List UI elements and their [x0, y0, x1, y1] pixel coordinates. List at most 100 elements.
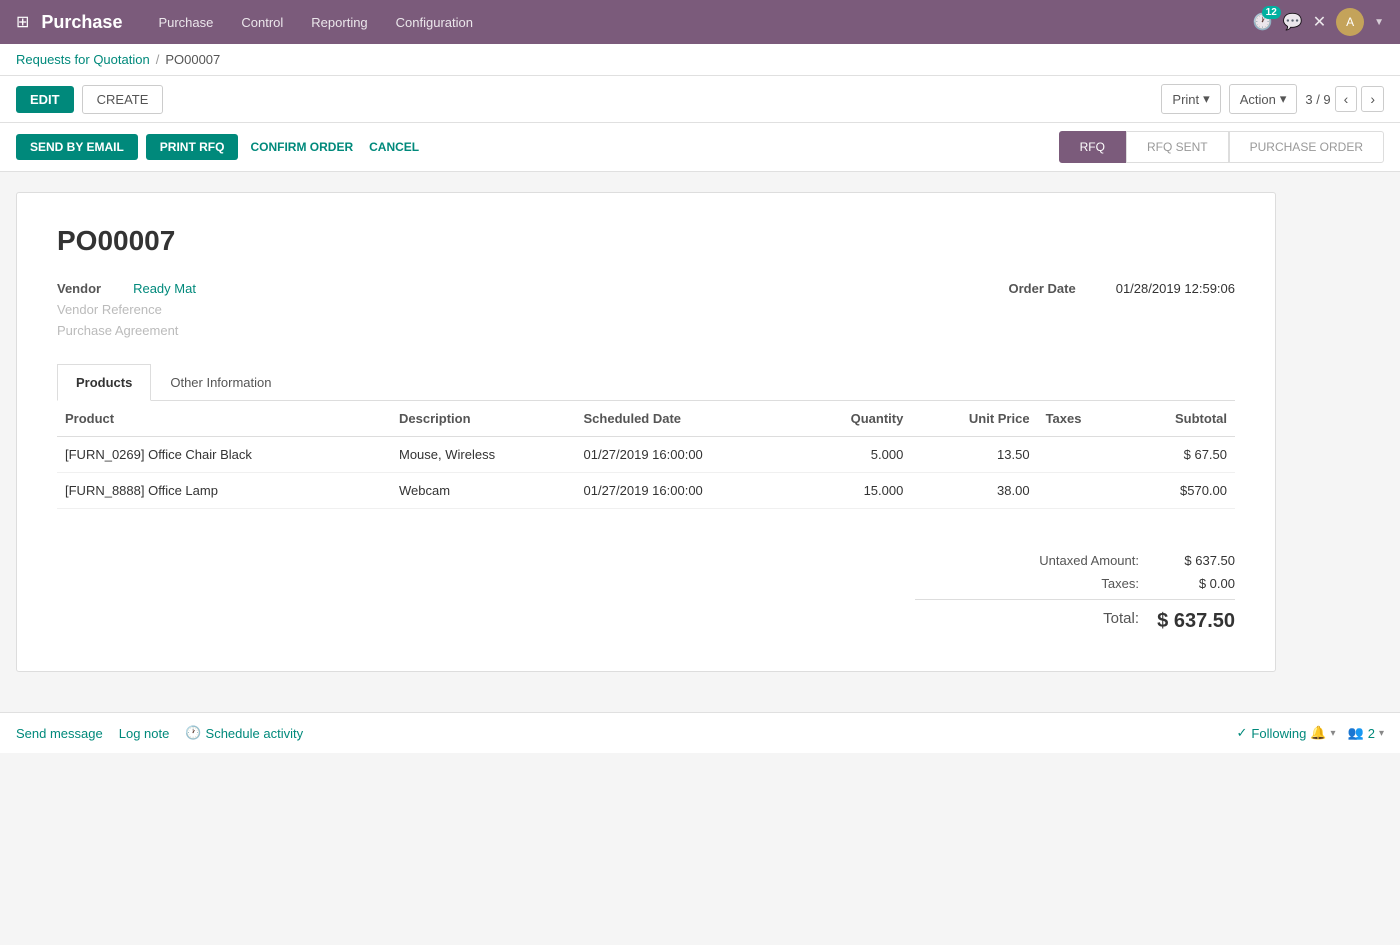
nav-menu: Purchase Control Reporting Configuration [146, 9, 1252, 36]
left-fields: Vendor Ready Mat Vendor Reference Purcha… [57, 281, 196, 344]
row2-product: [FURN_8888] Office Lamp [57, 473, 391, 509]
avatar-dropdown-icon[interactable]: ▼ [1374, 17, 1384, 28]
row1-scheduled-date: 01/27/2019 16:00:00 [576, 437, 799, 473]
col-scheduled-date: Scheduled Date [576, 401, 799, 437]
schedule-icon: 🕐 [185, 725, 201, 741]
col-unit-price: Unit Price [911, 401, 1037, 437]
col-description: Description [391, 401, 576, 437]
top-navigation: ⊞ Purchase Purchase Control Reporting Co… [0, 0, 1400, 44]
following-label: Following [1251, 726, 1306, 741]
right-fields: Order Date 01/28/2019 12:59:06 [256, 281, 1235, 344]
totals-table: Untaxed Amount: $ 637.50 Taxes: $ 0.00 T… [915, 549, 1235, 639]
schedule-activity-label: Schedule activity [206, 726, 304, 741]
following-button[interactable]: ✓ Following 🔔 ▾ [1237, 725, 1336, 741]
vendor-value[interactable]: Ready Mat [133, 281, 196, 296]
untaxed-label: Untaxed Amount: [915, 553, 1155, 568]
log-note-button[interactable]: Log note [119, 726, 170, 741]
totals-section: Untaxed Amount: $ 637.50 Taxes: $ 0.00 T… [57, 549, 1235, 639]
avatar[interactable]: A [1336, 8, 1364, 36]
purchase-agreement-row: Purchase Agreement [57, 323, 196, 338]
bell-icon: 🔔 [1310, 725, 1326, 741]
nav-right: 🕐 12 💬 ✕ A ▼ [1253, 8, 1384, 36]
print-button[interactable]: Print ▾ [1161, 84, 1220, 114]
row1-subtotal: $ 67.50 [1123, 437, 1235, 473]
grid-icon[interactable]: ⊞ [16, 12, 29, 32]
breadcrumb-separator: / [156, 52, 160, 67]
vendor-row: Vendor Ready Mat [57, 281, 196, 296]
breadcrumb-parent[interactable]: Requests for Quotation [16, 52, 150, 67]
row2-unit-price: 38.00 [911, 473, 1037, 509]
row2-quantity: 15.000 [798, 473, 911, 509]
order-date-label: Order Date [1009, 281, 1076, 296]
col-product: Product [57, 401, 391, 437]
action-chevron-icon: ▾ [1280, 91, 1287, 107]
step-rfq[interactable]: RFQ [1059, 131, 1126, 163]
nav-control[interactable]: Control [229, 9, 295, 36]
table-row[interactable]: [FURN_8888] Office Lamp Webcam 01/27/201… [57, 473, 1235, 509]
pager-next-button[interactable]: › [1361, 86, 1384, 112]
vendor-ref-row: Vendor Reference [57, 302, 196, 317]
nav-purchase[interactable]: Purchase [146, 9, 225, 36]
step-purchase-order[interactable]: PURCHASE ORDER [1229, 131, 1384, 163]
workflow-bar: SEND BY EMAIL PRINT RFQ CONFIRM ORDER CA… [0, 123, 1400, 172]
order-date-value: 01/28/2019 12:59:06 [1116, 281, 1235, 296]
table-row[interactable]: [FURN_0269] Office Chair Black Mouse, Wi… [57, 437, 1235, 473]
taxes-value: $ 0.00 [1155, 576, 1235, 591]
sub-header: Requests for Quotation / PO00007 [0, 44, 1400, 76]
action-bar: EDIT CREATE Print ▾ Action ▾ 3 / 9 ‹ › [0, 76, 1400, 123]
followers-button[interactable]: 👥 2 ▾ [1348, 725, 1384, 741]
tabs: Products Other Information [57, 364, 1235, 401]
vendor-ref-label: Vendor Reference [57, 302, 162, 317]
avatar-initials: A [1346, 15, 1354, 29]
checkmark-icon: ✓ [1237, 725, 1248, 741]
row2-taxes [1038, 473, 1123, 509]
send-by-email-button[interactable]: SEND BY EMAIL [16, 134, 138, 160]
purchase-agreement-label: Purchase Agreement [57, 323, 178, 338]
row2-scheduled-date: 01/27/2019 16:00:00 [576, 473, 799, 509]
col-quantity: Quantity [798, 401, 911, 437]
print-chevron-icon: ▾ [1203, 91, 1210, 107]
nav-reporting[interactable]: Reporting [299, 9, 379, 36]
confirm-order-button[interactable]: CONFIRM ORDER [246, 134, 357, 160]
tab-products[interactable]: Products [57, 364, 151, 401]
main-content: PO00007 Vendor Ready Mat Vendor Referenc… [0, 172, 1400, 692]
edit-button[interactable]: EDIT [16, 86, 74, 113]
row2-description: Webcam [391, 473, 576, 509]
order-date-row: Order Date 01/28/2019 12:59:06 [256, 281, 1235, 296]
followers-chevron-icon: ▾ [1379, 728, 1384, 739]
following-chevron-icon: ▾ [1331, 728, 1336, 739]
cancel-button[interactable]: CANCEL [365, 134, 423, 160]
col-subtotal: Subtotal [1123, 401, 1235, 437]
totals-divider [915, 599, 1235, 600]
row1-taxes [1038, 437, 1123, 473]
total-value: $ 637.50 [1155, 610, 1235, 633]
action-label: Action [1240, 92, 1276, 107]
col-taxes: Taxes [1038, 401, 1123, 437]
nav-configuration[interactable]: Configuration [384, 9, 485, 36]
taxes-label: Taxes: [915, 576, 1155, 591]
people-icon: 👥 [1348, 725, 1364, 741]
app-title: Purchase [41, 12, 122, 33]
untaxed-amount-row: Untaxed Amount: $ 637.50 [915, 549, 1235, 572]
vendor-label: Vendor [57, 281, 101, 296]
pager-prev-button[interactable]: ‹ [1335, 86, 1358, 112]
total-row: Total: $ 637.50 [915, 604, 1235, 639]
print-label: Print [1172, 92, 1199, 107]
action-button[interactable]: Action ▾ [1229, 84, 1298, 114]
create-button[interactable]: CREATE [82, 85, 164, 114]
tab-other-information[interactable]: Other Information [151, 364, 290, 401]
step-rfq-sent[interactable]: RFQ SENT [1126, 131, 1229, 163]
clock-badge-container[interactable]: 🕐 12 [1253, 12, 1273, 32]
row1-unit-price: 13.50 [911, 437, 1037, 473]
table-header-row: Product Description Scheduled Date Quant… [57, 401, 1235, 437]
send-message-button[interactable]: Send message [16, 726, 103, 741]
clock-badge-count: 12 [1262, 6, 1281, 19]
print-rfq-button[interactable]: PRINT RFQ [146, 134, 239, 160]
pager: 3 / 9 ‹ › [1305, 86, 1384, 112]
breadcrumb-current: PO00007 [165, 52, 220, 67]
products-table: Product Description Scheduled Date Quant… [57, 401, 1235, 509]
pager-text: 3 / 9 [1305, 92, 1330, 107]
chat-icon[interactable]: 💬 [1283, 12, 1303, 32]
close-icon[interactable]: ✕ [1313, 12, 1326, 32]
schedule-activity-button[interactable]: 🕐 Schedule activity [185, 725, 303, 741]
